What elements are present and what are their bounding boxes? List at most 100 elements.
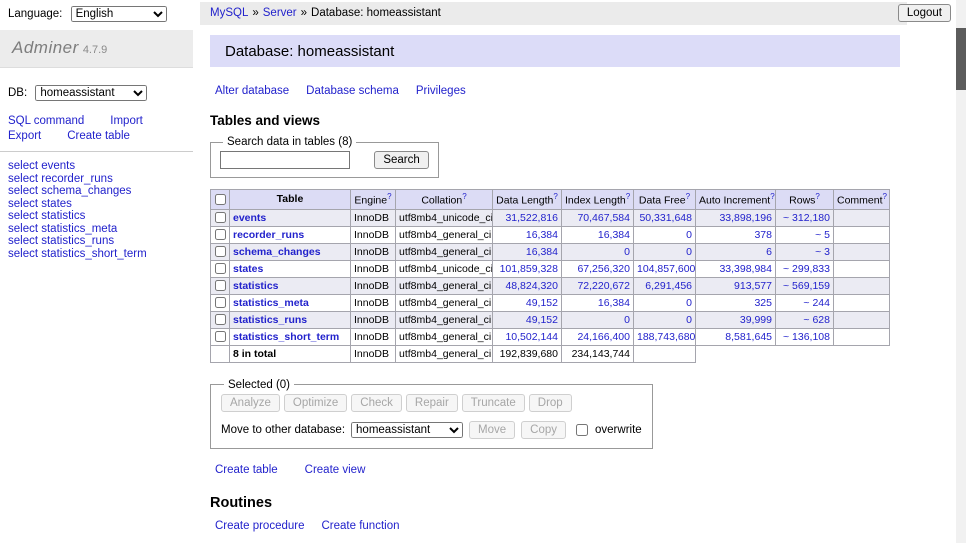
selected-action-button[interactable]: Optimize	[284, 394, 347, 412]
auto-increment-link[interactable]: 378	[754, 229, 772, 241]
help-link[interactable]: ?	[686, 192, 690, 201]
table-name-link[interactable]: recorder_runs	[233, 229, 304, 241]
data-length-link[interactable]: 16,384	[526, 246, 558, 258]
breadcrumb-link[interactable]: Server	[263, 7, 297, 19]
db-select[interactable]: homeassistant	[35, 85, 147, 101]
data-free-link[interactable]: 188,743,680	[637, 331, 695, 343]
sidebar-table-link[interactable]: select recorder_runs	[8, 173, 193, 186]
sidebar-table-link[interactable]: select statistics_meta	[8, 223, 193, 236]
selected-action-button[interactable]: Truncate	[462, 394, 525, 412]
logout-button[interactable]: Logout	[898, 4, 951, 22]
index-length-link[interactable]: 70,467,584	[577, 212, 630, 224]
row-checkbox[interactable]	[215, 212, 226, 223]
rows-estimate-link[interactable]: ~ 569,159	[783, 280, 830, 292]
data-length-link[interactable]: 16,384	[526, 229, 558, 241]
data-free-link[interactable]: 0	[686, 314, 692, 326]
scrollbar[interactable]	[956, 0, 966, 543]
help-link[interactable]: ?	[462, 192, 466, 201]
table-name-link[interactable]: statistics_runs	[233, 314, 307, 326]
index-length-link[interactable]: 16,384	[598, 229, 630, 241]
app-title[interactable]: Adminer	[12, 38, 79, 57]
table-name-link[interactable]: events	[233, 212, 266, 224]
rows-estimate-link[interactable]: ~ 299,833	[783, 263, 830, 275]
data-free-link[interactable]: 6,291,456	[645, 280, 692, 292]
sidebar-table-link[interactable]: select statistics_short_term	[8, 248, 193, 261]
scrollbar-thumb[interactable]	[956, 28, 966, 90]
create-link[interactable]: Create view	[305, 464, 366, 476]
sidebar-link[interactable]: Export	[8, 130, 41, 142]
index-length-link[interactable]: 67,256,320	[577, 263, 630, 275]
search-button[interactable]: Search	[374, 151, 428, 169]
table-name-link[interactable]: statistics_meta	[233, 297, 309, 309]
move-button[interactable]: Move	[469, 421, 515, 439]
table-name-link[interactable]: statistics	[233, 280, 279, 292]
sidebar-link[interactable]: Import	[110, 115, 143, 127]
routine-link[interactable]: Create procedure	[215, 520, 305, 532]
data-length-link[interactable]: 101,859,328	[500, 263, 558, 275]
auto-increment-link[interactable]: 6	[766, 246, 772, 258]
auto-increment-link[interactable]: 8,581,645	[725, 331, 772, 343]
breadcrumb-link[interactable]: MySQL	[210, 7, 248, 19]
sidebar-table-link[interactable]: select statistics	[8, 210, 193, 223]
copy-button[interactable]: Copy	[521, 421, 566, 439]
database-link[interactable]: Alter database	[215, 85, 289, 97]
rows-estimate-link[interactable]: ~ 312,180	[783, 212, 830, 224]
routine-link[interactable]: Create function	[322, 520, 400, 532]
row-checkbox[interactable]	[215, 314, 226, 325]
sidebar-link[interactable]: SQL command	[8, 115, 84, 127]
selected-action-button[interactable]: Check	[351, 394, 402, 412]
row-checkbox[interactable]	[215, 331, 226, 342]
data-free-link[interactable]: 104,857,600	[637, 263, 695, 275]
sidebar-link[interactable]: Create table	[67, 130, 130, 142]
row-checkbox[interactable]	[215, 297, 226, 308]
index-length-link[interactable]: 24,166,400	[577, 331, 630, 343]
database-link[interactable]: Privileges	[416, 85, 466, 97]
row-checkbox[interactable]	[215, 229, 226, 240]
rows-estimate-link[interactable]: ~ 3	[815, 246, 830, 258]
data-free-link[interactable]: 0	[686, 229, 692, 241]
row-checkbox[interactable]	[215, 280, 226, 291]
help-link[interactable]: ?	[387, 192, 391, 201]
auto-increment-link[interactable]: 39,999	[740, 314, 772, 326]
auto-increment-link[interactable]: 33,398,984	[719, 263, 772, 275]
selected-action-button[interactable]: Analyze	[221, 394, 280, 412]
auto-increment-link[interactable]: 325	[754, 297, 772, 309]
help-link[interactable]: ?	[815, 192, 819, 201]
data-free-link[interactable]: 50,331,648	[639, 212, 692, 224]
sidebar-table-link[interactable]: select schema_changes	[8, 185, 193, 198]
selected-action-button[interactable]: Repair	[406, 394, 458, 412]
help-link[interactable]: ?	[553, 192, 557, 201]
overwrite-checkbox[interactable]	[576, 424, 588, 436]
data-length-link[interactable]: 49,152	[526, 314, 558, 326]
row-checkbox[interactable]	[215, 246, 226, 257]
row-checkbox[interactable]	[215, 263, 226, 274]
rows-estimate-link[interactable]: ~ 628	[803, 314, 830, 326]
rows-estimate-link[interactable]: ~ 5	[815, 229, 830, 241]
data-free-link[interactable]: 0	[686, 297, 692, 309]
sidebar-table-link[interactable]: select events	[8, 160, 193, 173]
rows-estimate-link[interactable]: ~ 244	[803, 297, 830, 309]
index-length-link[interactable]: 0	[624, 246, 630, 258]
data-free-link[interactable]: 0	[686, 246, 692, 258]
rows-estimate-link[interactable]: ~ 136,108	[783, 331, 830, 343]
table-name-link[interactable]: statistics_short_term	[233, 331, 339, 343]
help-link[interactable]: ?	[883, 192, 887, 201]
move-db-select[interactable]: homeassistant	[351, 422, 463, 438]
help-link[interactable]: ?	[770, 192, 774, 201]
create-link[interactable]: Create table	[215, 464, 278, 476]
data-length-link[interactable]: 10,502,144	[505, 331, 558, 343]
select-all-checkbox[interactable]	[215, 194, 226, 205]
language-select[interactable]: English	[71, 6, 167, 22]
data-length-link[interactable]: 48,824,320	[505, 280, 558, 292]
data-length-link[interactable]: 31,522,816	[505, 212, 558, 224]
sidebar-table-link[interactable]: select states	[8, 198, 193, 211]
selected-action-button[interactable]: Drop	[529, 394, 572, 412]
index-length-link[interactable]: 72,220,672	[577, 280, 630, 292]
search-input[interactable]	[220, 151, 350, 169]
table-name-link[interactable]: schema_changes	[233, 246, 321, 258]
table-name-link[interactable]: states	[233, 263, 263, 275]
sidebar-table-link[interactable]: select statistics_runs	[8, 235, 193, 248]
index-length-link[interactable]: 16,384	[598, 297, 630, 309]
database-link[interactable]: Database schema	[306, 85, 399, 97]
data-length-link[interactable]: 49,152	[526, 297, 558, 309]
